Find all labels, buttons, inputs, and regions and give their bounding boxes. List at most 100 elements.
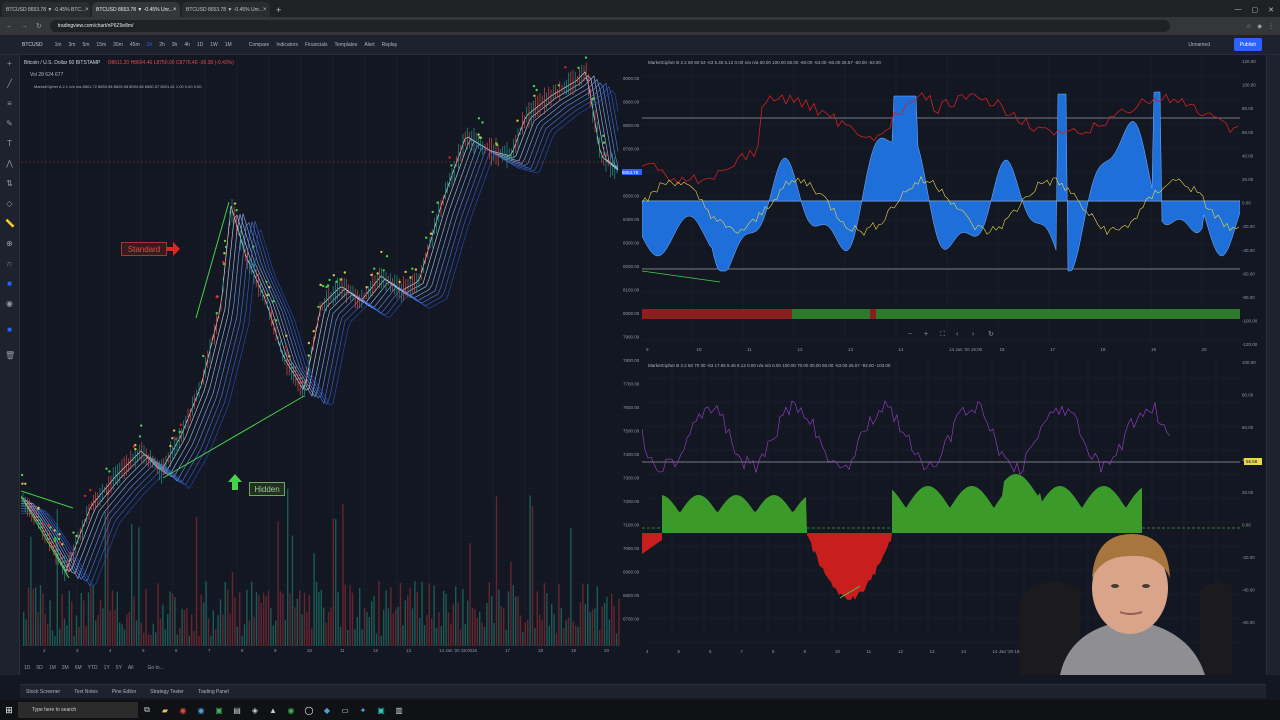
trash-icon[interactable]: 🗑	[5, 351, 15, 360]
app-icon[interactable]: ▣	[210, 706, 228, 715]
windows-start-icon[interactable]: ⊞	[0, 705, 18, 716]
app-icon[interactable]: ✦	[354, 706, 372, 715]
compare-button[interactable]: Compare	[249, 42, 270, 48]
visibility-icon[interactable]: ■	[5, 325, 14, 334]
chart-nav-control-icon[interactable]: ↻	[988, 331, 994, 338]
range-1d[interactable]: 1D	[24, 665, 30, 671]
pattern-icon[interactable]: ⋀	[5, 159, 14, 168]
prediction-icon[interactable]: ⇅	[5, 179, 14, 188]
interval-1d[interactable]: 1D	[197, 42, 203, 48]
app-icon[interactable]: ◈	[246, 706, 264, 715]
tab-trading-panel[interactable]: Trading Panel	[198, 689, 229, 695]
file-explorer-icon[interactable]: ▰	[156, 706, 174, 715]
browser-tab-3[interactable]: BTCUSD 8653.78 ▼ -0.45% Unr... ×	[182, 2, 270, 17]
interval-45m[interactable]: 45m	[130, 42, 140, 48]
taskbar-search-input[interactable]: Type here to search	[18, 702, 138, 718]
range-5d[interactable]: 5D	[36, 665, 42, 671]
close-icon[interactable]: ×	[173, 7, 177, 13]
unnamed-layout-button[interactable]: Unnamed	[1188, 42, 1210, 48]
back-icon[interactable]: ←	[6, 23, 13, 30]
text-icon[interactable]: T	[5, 139, 14, 148]
fib-icon[interactable]: ≡	[5, 99, 14, 108]
close-icon[interactable]: ×	[85, 7, 89, 13]
main-time-axis[interactable]: 2 3 4 5 6 7 8 9 10 11 12 13 14 Jan '20 19:00 16 17 18 19…	[21, 648, 621, 658]
interval-1m[interactable]: 1m	[55, 42, 62, 48]
interval-1M[interactable]: 1M	[225, 42, 232, 48]
range-all[interactable]: All	[128, 665, 134, 671]
app-icon[interactable]: ◉	[192, 706, 210, 715]
mc-b-bottom-legend[interactable]: MarketCipher B 2.2 60 70 30 -53 17.65 5.…	[648, 363, 890, 368]
financials-button[interactable]: Financials	[305, 42, 328, 48]
tab-stock-screener[interactable]: Stock Screener	[26, 689, 60, 695]
app-icon[interactable]: ▭	[336, 706, 354, 715]
star-icon[interactable]: ☆	[1246, 23, 1251, 30]
alert-button[interactable]: Alert	[364, 42, 374, 48]
zoom-icon[interactable]: ⊕	[5, 239, 14, 248]
interval-15m[interactable]: 15m	[96, 42, 106, 48]
indicators-button[interactable]: Indicators	[276, 42, 298, 48]
range-1m[interactable]: 1M	[49, 665, 56, 671]
forward-icon[interactable]: →	[21, 23, 28, 30]
market-cipher-b-top-pane[interactable]: 120.00 100.00 80.00 60.00 40.00 20.00 0.00 -20.…	[642, 56, 1266, 356]
mc-a-legend[interactable]: MarketCipher A 2.1 n/a n/a 8601.72 8653.…	[34, 84, 201, 89]
volume-legend[interactable]: Vol 28 624 677	[30, 72, 63, 78]
goto-date-button[interactable]: Go to...	[147, 665, 163, 671]
range-3m[interactable]: 3M	[62, 665, 69, 671]
range-6m[interactable]: 6M	[75, 665, 82, 671]
minimize-icon[interactable]: —	[1235, 6, 1242, 14]
trend-line-icon[interactable]: ╱	[5, 79, 14, 88]
eye-icon[interactable]: ◉	[5, 299, 14, 308]
heatmap-cell	[1098, 309, 1104, 319]
range-5y[interactable]: 5Y	[116, 665, 122, 671]
chart-nav-control-icon[interactable]: −	[908, 331, 912, 338]
range-ytd[interactable]: YTD	[88, 665, 98, 671]
replay-button[interactable]: Replay	[382, 42, 398, 48]
task-view-icon[interactable]: ⧉	[138, 705, 156, 715]
app-icon[interactable]: ▣	[372, 706, 390, 715]
interval-5m[interactable]: 5m	[82, 42, 89, 48]
app-icon[interactable]: ◆	[318, 706, 336, 715]
interval-1w[interactable]: 1W	[210, 42, 218, 48]
interval-4h[interactable]: 4h	[184, 42, 190, 48]
publish-button[interactable]: Publish	[1234, 38, 1262, 51]
url-input[interactable]: tradingview.com/chart/nP6Z9e8m/	[49, 20, 1170, 32]
app-icon[interactable]: ▲	[264, 706, 282, 715]
close-window-icon[interactable]: ✕	[1268, 6, 1274, 14]
shapes-icon[interactable]: ◇	[5, 199, 14, 208]
range-1y[interactable]: 1Y	[104, 665, 110, 671]
chrome-icon[interactable]: ◉	[174, 706, 192, 715]
tab-strategy-tester[interactable]: Strategy Tester	[150, 689, 184, 695]
crosshair-icon[interactable]: +	[5, 59, 14, 68]
interval-30m[interactable]: 30m	[113, 42, 123, 48]
main-chart-legend[interactable]: Bitcoin / U.S. Dollar 60 BITSTAMP O8611.…	[24, 60, 234, 66]
app-icon[interactable]: ▥	[390, 706, 408, 715]
reload-icon[interactable]: ↻	[36, 22, 42, 30]
ruler-icon[interactable]: 📏	[5, 219, 15, 228]
lock-icon[interactable]: ■	[5, 279, 14, 288]
templates-button[interactable]: Templates	[335, 42, 358, 48]
browser-tab-1[interactable]: BTCUSD 8653.78 ▼ -0.45% BTC... ×	[2, 2, 90, 17]
interval-3m[interactable]: 3m	[69, 42, 76, 48]
mc-b-top-legend[interactable]: MarketCipher B 2.2 60 60 53 -53 5.45 6.1…	[648, 60, 881, 65]
brush-icon[interactable]: ✎	[5, 119, 14, 128]
browser-tab-2[interactable]: BTCUSD 8653.78 ▼ -0.45% Unr... ×	[92, 2, 180, 17]
symbol-search-button[interactable]: BTCUSD	[22, 42, 43, 48]
extension-icon[interactable]: ◆	[1257, 23, 1262, 30]
app-icon[interactable]: ◯	[300, 706, 318, 715]
app-icon[interactable]: ▤	[228, 706, 246, 715]
chart-nav-control-icon[interactable]: +	[924, 331, 928, 338]
maximize-icon[interactable]: ▢	[1252, 6, 1259, 14]
interval-3h[interactable]: 3h	[172, 42, 178, 48]
interval-2h[interactable]: 2h	[159, 42, 165, 48]
app-icon[interactable]: ◉	[282, 706, 300, 715]
tab-text-notes[interactable]: Text Notes	[74, 689, 98, 695]
interval-1h[interactable]: 1h	[147, 42, 153, 48]
close-icon[interactable]: ×	[263, 7, 267, 13]
chart-nav-control-icon[interactable]: ⛶	[940, 330, 945, 338]
menu-icon[interactable]: ⋮	[1268, 23, 1274, 30]
magnet-icon[interactable]: ∩	[5, 259, 14, 268]
main-price-chart[interactable]: 9000.008900.008800.008700.008600.008500.…	[21, 56, 643, 662]
osc-top-time-axis[interactable]: 9 10 11 12 13 14 14 Jan '20 19:00 16 17 18 19 20	[642, 347, 1240, 355]
tab-pine-editor[interactable]: Pine Editor	[112, 689, 136, 695]
new-tab-icon[interactable]: +	[270, 5, 287, 17]
